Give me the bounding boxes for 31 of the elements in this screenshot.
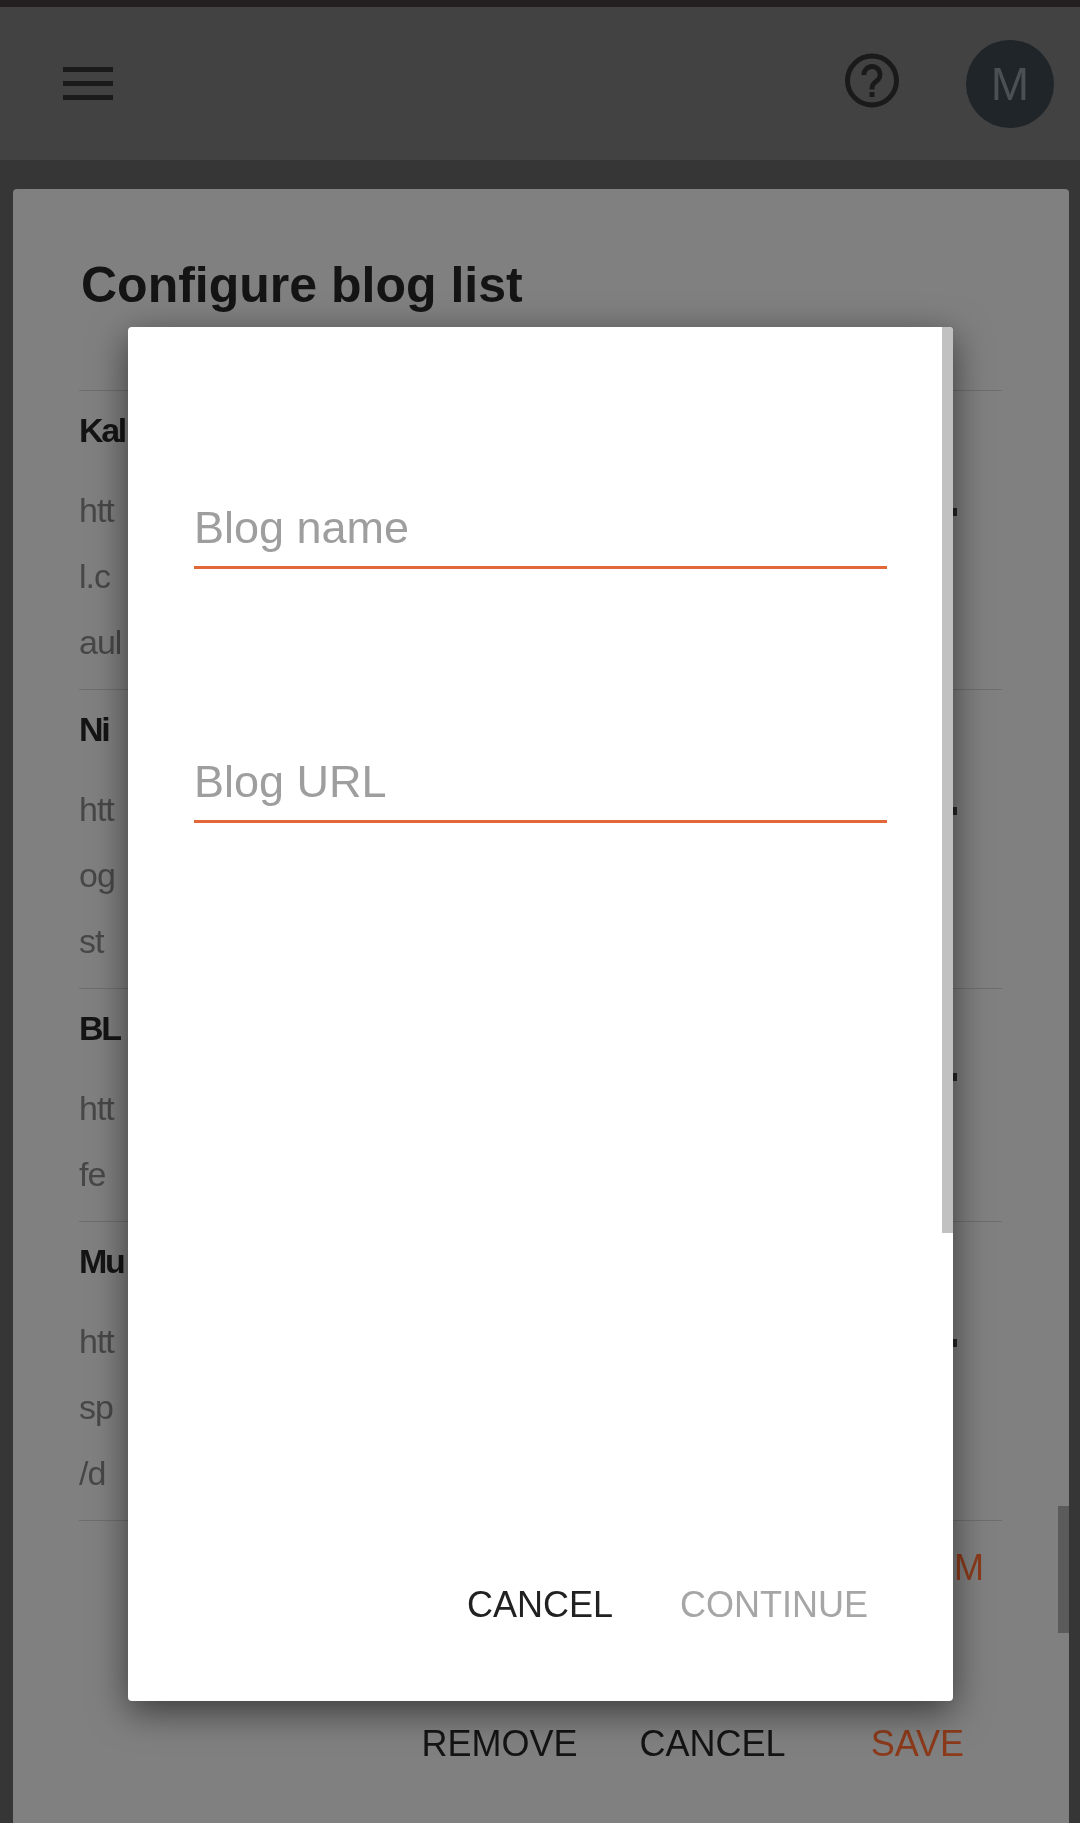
- partial-icon: [953, 807, 957, 815]
- partial-icon: [953, 1073, 957, 1081]
- blog-name: Mu: [79, 1241, 124, 1282]
- blog-url-fragment: st: [79, 921, 104, 962]
- blog-url-fragment: htt: [79, 490, 114, 531]
- dialog-action-button[interactable]: CANCEL: [450, 1571, 629, 1639]
- text-field[interactable]: Blog name: [194, 502, 887, 569]
- help-icon[interactable]: [845, 53, 899, 108]
- blog-url-fragment: sp: [79, 1387, 113, 1428]
- blog-url-fragment: htt: [79, 1321, 114, 1362]
- panel-action-button[interactable]: REMOVE: [405, 1710, 594, 1778]
- blog-name: BL: [79, 1008, 120, 1049]
- blog-name: Kal: [79, 410, 125, 451]
- blog-url-fragment: htt: [79, 789, 114, 830]
- blog-name: Ni: [79, 709, 109, 750]
- scrollbar-thumb[interactable]: [942, 327, 953, 1233]
- blog-url-fragment: og: [79, 855, 115, 896]
- panel-action-button[interactable]: SAVE: [854, 1710, 980, 1778]
- menu-icon[interactable]: [63, 67, 113, 100]
- text-field[interactable]: Blog URL: [194, 756, 887, 823]
- partial-icon: [953, 1339, 957, 1347]
- add-button-fragment[interactable]: M: [954, 1546, 984, 1590]
- panel-action-button[interactable]: CANCEL: [623, 1710, 802, 1778]
- blog-url-fragment: /d: [79, 1453, 106, 1494]
- blog-url-fragment: aul: [79, 622, 122, 663]
- blog-url-fragment: fe: [79, 1154, 106, 1195]
- blog-url-fragment: l.c: [79, 556, 110, 597]
- panel-title: Configure blog list: [80, 256, 523, 315]
- blog-url-fragment: htt: [79, 1088, 114, 1129]
- scrollbar-thumb[interactable]: [1058, 1506, 1069, 1633]
- partial-icon: [953, 508, 957, 516]
